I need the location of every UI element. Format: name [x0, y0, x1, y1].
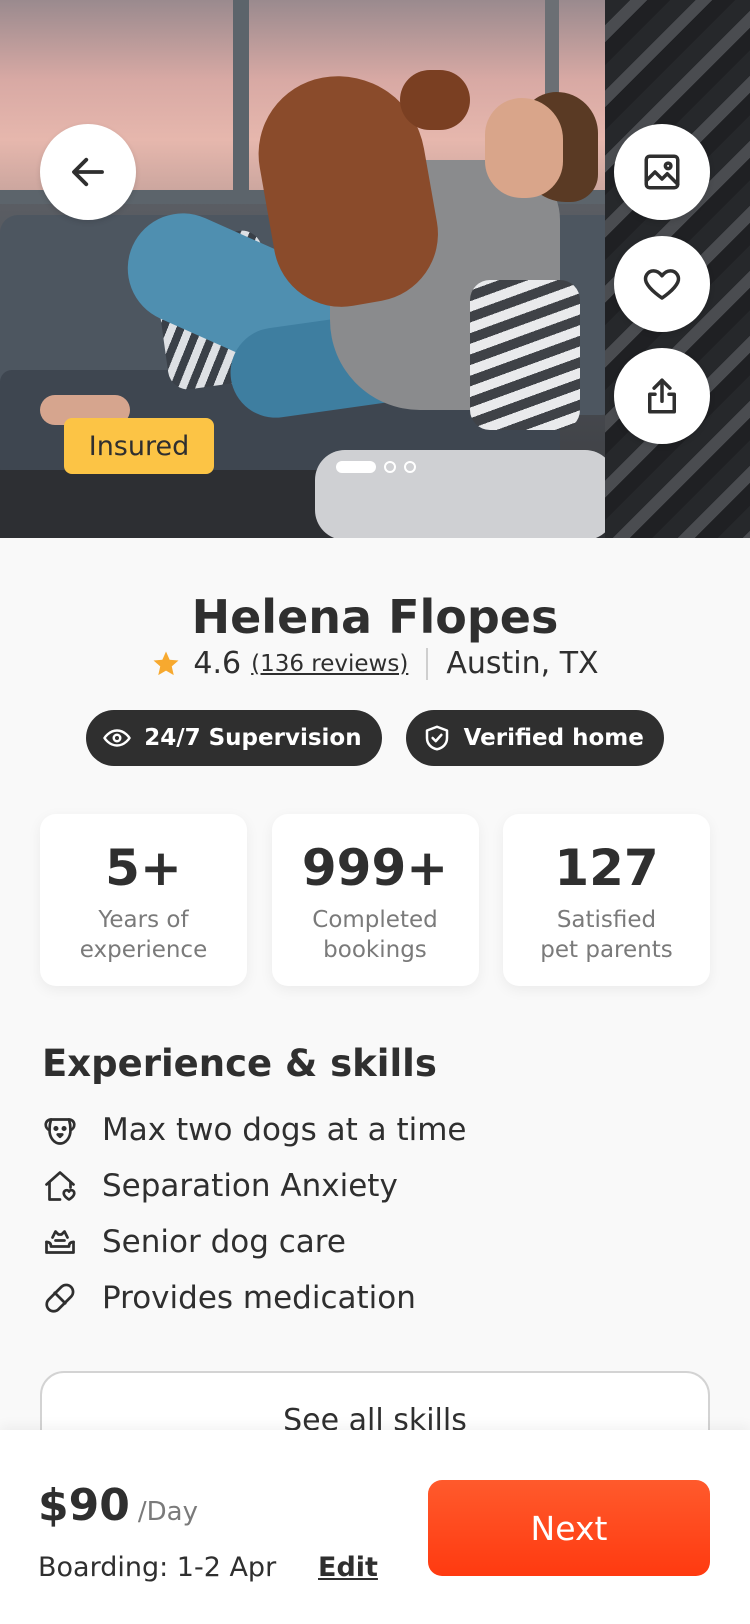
carousel-dot[interactable] [384, 461, 396, 473]
skills-list: Max two dogs at a time Separation Anxiet… [42, 1102, 702, 1326]
skills-heading: Experience & skills [42, 1042, 437, 1085]
photo-window-frame [233, 0, 249, 195]
arrow-left-icon [72, 157, 104, 187]
stat-label-line: pet parents [540, 936, 673, 963]
skill-label: Max two dogs at a time [102, 1112, 467, 1148]
skill-item: Senior dog care [42, 1214, 702, 1270]
feature-tags: 24/7 Supervision Verified home [0, 710, 750, 766]
dog-bed-icon [45, 1230, 75, 1254]
skill-item: Provides medication [42, 1270, 702, 1326]
stat-label-line: bookings [323, 936, 427, 963]
eye-icon [103, 729, 131, 747]
next-button[interactable]: Next [428, 1480, 710, 1576]
skill-label: Separation Anxiety [102, 1168, 398, 1204]
house-heart-icon [45, 1171, 76, 1201]
reviews-link[interactable]: (136 reviews) [251, 651, 408, 677]
favorite-button[interactable] [614, 236, 710, 332]
skill-item: Separation Anxiety [42, 1158, 702, 1214]
divider [426, 647, 429, 680]
stat-card-pet-parents: 127 Satisfied pet parents [503, 814, 710, 986]
tag-label: Verified home [463, 725, 644, 751]
booking-dates: Boarding: 1-2 Apr [38, 1552, 277, 1583]
stat-label-line: Satisfied [556, 906, 657, 933]
dog-face-icon [44, 1118, 76, 1145]
tag-label: 24/7 Supervision [144, 725, 362, 751]
stat-value: 127 [554, 839, 659, 897]
stat-value: 5+ [105, 839, 182, 897]
photo-person [485, 98, 563, 198]
price-amount: $90 [38, 1480, 130, 1531]
sitter-name: Helena Flopes [191, 590, 559, 644]
carousel-indicator[interactable] [336, 461, 416, 473]
photo-dog [400, 70, 470, 130]
price: $90 /Day [38, 1480, 198, 1531]
price-unit: /Day [137, 1497, 198, 1527]
booking-bar: $90 /Day Boarding: 1-2 Apr Edit Next [0, 1430, 750, 1624]
skill-item: Max two dogs at a time [42, 1102, 702, 1158]
skill-label: Provides medication [102, 1280, 416, 1316]
back-button[interactable] [40, 124, 136, 220]
shield-check-icon [425, 725, 448, 751]
stat-label: Completed bookings [312, 905, 437, 966]
stat-label-line: Completed [312, 906, 438, 933]
edit-dates-link[interactable]: Edit [318, 1552, 378, 1583]
share-button[interactable] [614, 348, 710, 444]
skill-label: Senior dog care [102, 1224, 346, 1260]
carousel-dot-active[interactable] [336, 461, 376, 473]
photo-pillow [470, 280, 580, 430]
stat-label: Satisfied pet parents [540, 905, 672, 966]
stat-label: Years of experience [80, 905, 207, 966]
star-icon [153, 651, 179, 675]
pill-icon [45, 1283, 75, 1313]
stat-value: 999+ [301, 839, 449, 897]
stat-label-line: experience [79, 936, 208, 963]
image-icon [644, 154, 680, 190]
rating-value: 4.6 [193, 646, 242, 681]
heart-icon [643, 269, 681, 300]
stats-row: 5+ Years of experience 999+ Completed bo… [40, 814, 710, 986]
location: Austin, TX [446, 646, 599, 681]
insured-badge: Insured [64, 418, 214, 474]
rating-row: 4.6 (136 reviews) Austin, TX [0, 646, 750, 681]
share-icon [648, 378, 676, 414]
stat-card-experience: 5+ Years of experience [40, 814, 247, 986]
stat-card-bookings: 999+ Completed bookings [271, 814, 479, 986]
tag-supervision: 24/7 Supervision [86, 710, 382, 766]
tag-verified-home: Verified home [405, 710, 664, 766]
stat-label-line: Years of [98, 906, 189, 933]
carousel-dot[interactable] [404, 461, 416, 473]
gallery-button[interactable] [614, 124, 710, 220]
